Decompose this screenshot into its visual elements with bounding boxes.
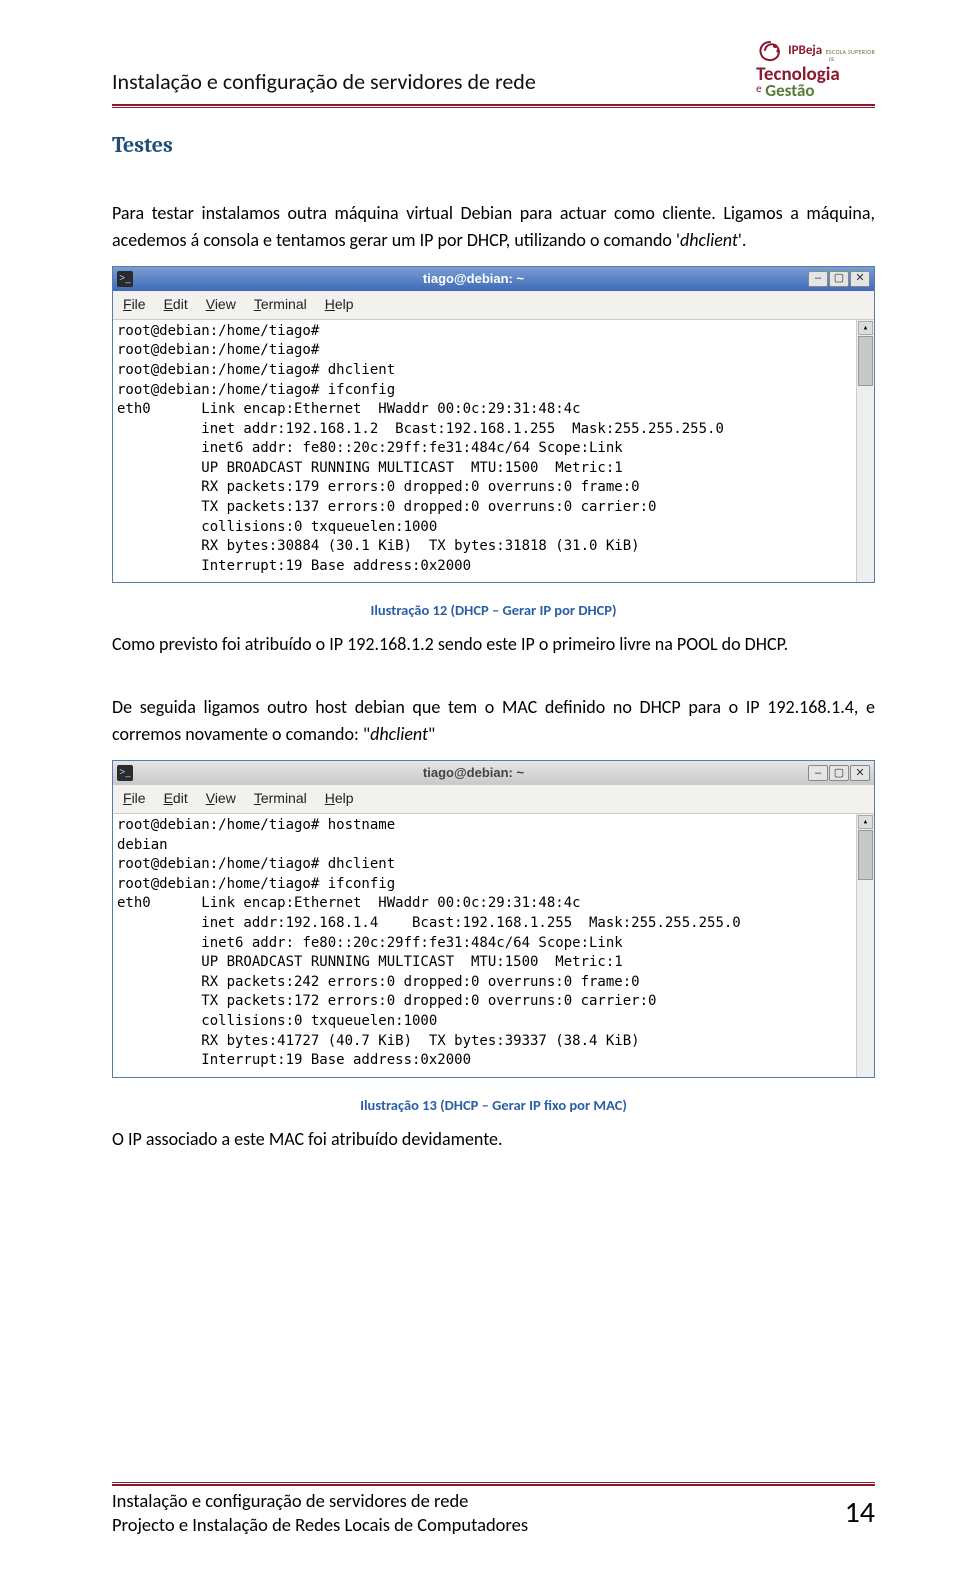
- terminal-icon: >_: [117, 271, 133, 287]
- minimize-button[interactable]: –: [808, 271, 828, 287]
- terminal-2-scrollbar[interactable]: ▴: [856, 814, 874, 1077]
- close-button[interactable]: ✕: [850, 271, 870, 287]
- page-header-title: Instalação e configuração de servidores …: [112, 68, 536, 95]
- terminal-icon: >_: [117, 765, 133, 781]
- maximize-button[interactable]: ▢: [829, 271, 849, 287]
- menu-terminal[interactable]: Terminal: [254, 295, 307, 315]
- paragraph-1-text: Para testar instalamos outra máquina vir…: [112, 202, 875, 251]
- menu-help[interactable]: Help: [325, 789, 354, 809]
- terminal-1-scrollbar[interactable]: ▴: [856, 320, 874, 583]
- paragraph-1-command: dhclient: [680, 229, 738, 251]
- section-title: Testes: [112, 132, 875, 158]
- logo-swirl-icon: [756, 40, 784, 64]
- paragraph-4: O IP associado a este MAC foi atribuído …: [112, 1126, 875, 1153]
- menu-edit[interactable]: Edit: [164, 789, 188, 809]
- minimize-button[interactable]: –: [808, 765, 828, 781]
- page-footer: Instalação e configuração de servidores …: [112, 1482, 875, 1537]
- caption-2: Ilustração 13 (DHCP – Gerar IP fixo por …: [112, 1096, 875, 1114]
- logo-gestao-text: Gestão: [765, 80, 814, 101]
- terminal-2-output: root@debian:/home/tiago# hostname debian…: [113, 814, 856, 1077]
- terminal-2-menubar: File Edit View Terminal Help: [113, 785, 874, 814]
- menu-view[interactable]: View: [206, 295, 236, 315]
- menu-file[interactable]: File: [123, 789, 146, 809]
- header-divider: [112, 104, 875, 108]
- paragraph-1-end: '.: [738, 229, 747, 251]
- scroll-thumb[interactable]: [858, 336, 873, 386]
- menu-terminal[interactable]: Terminal: [254, 789, 307, 809]
- maximize-button[interactable]: ▢: [829, 765, 849, 781]
- scroll-thumb[interactable]: [858, 830, 873, 880]
- scroll-up-icon[interactable]: ▴: [858, 321, 873, 335]
- terminal-1-menubar: File Edit View Terminal Help: [113, 291, 874, 320]
- paragraph-3-text-b: ": [428, 723, 435, 745]
- footer-line-1: Instalação e configuração de servidores …: [112, 1489, 528, 1513]
- terminal-2-title: tiago@debian: ~: [139, 764, 808, 782]
- logo-de-text: DE: [788, 58, 875, 63]
- menu-edit[interactable]: Edit: [164, 295, 188, 315]
- menu-help[interactable]: Help: [325, 295, 354, 315]
- paragraph-1: Para testar instalamos outra máquina vir…: [112, 200, 875, 254]
- caption-1: Ilustração 12 (DHCP – Gerar IP por DHCP): [112, 601, 875, 619]
- scroll-up-icon[interactable]: ▴: [858, 815, 873, 829]
- paragraph-3: De seguida ligamos outro host debian que…: [112, 694, 875, 748]
- terminal-1-title: tiago@debian: ~: [139, 270, 808, 288]
- menu-view[interactable]: View: [206, 789, 236, 809]
- logo-amp-text: e: [756, 82, 761, 95]
- paragraph-3-command: dhclient: [370, 723, 428, 745]
- paragraph-3-text-a: De seguida ligamos outro host debian que…: [112, 696, 875, 745]
- logo-brand-text: IPBeja: [788, 43, 822, 58]
- terminal-window-2: >_ tiago@debian: ~ – ▢ ✕ File Edit View …: [112, 760, 875, 1077]
- terminal-window-1: >_ tiago@debian: ~ – ▢ ✕ File Edit View …: [112, 266, 875, 583]
- terminal-1-output: root@debian:/home/tiago# root@debian:/ho…: [113, 320, 856, 583]
- terminal-1-titlebar: >_ tiago@debian: ~ – ▢ ✕: [113, 267, 874, 291]
- footer-divider: [112, 1482, 875, 1486]
- footer-line-2: Projecto e Instalação de Redes Locais de…: [112, 1513, 528, 1537]
- menu-file[interactable]: File: [123, 295, 146, 315]
- terminal-2-titlebar: >_ tiago@debian: ~ – ▢ ✕: [113, 761, 874, 785]
- close-button[interactable]: ✕: [850, 765, 870, 781]
- logo-escola-text: ESCOLA SUPERIOR: [826, 48, 875, 56]
- paragraph-2: Como previsto foi atribuído o IP 192.168…: [112, 631, 875, 658]
- page-number: 14: [845, 1494, 875, 1531]
- ipbeja-logo: IPBeja ESCOLA SUPERIOR DE Tecnologia e G…: [756, 40, 875, 100]
